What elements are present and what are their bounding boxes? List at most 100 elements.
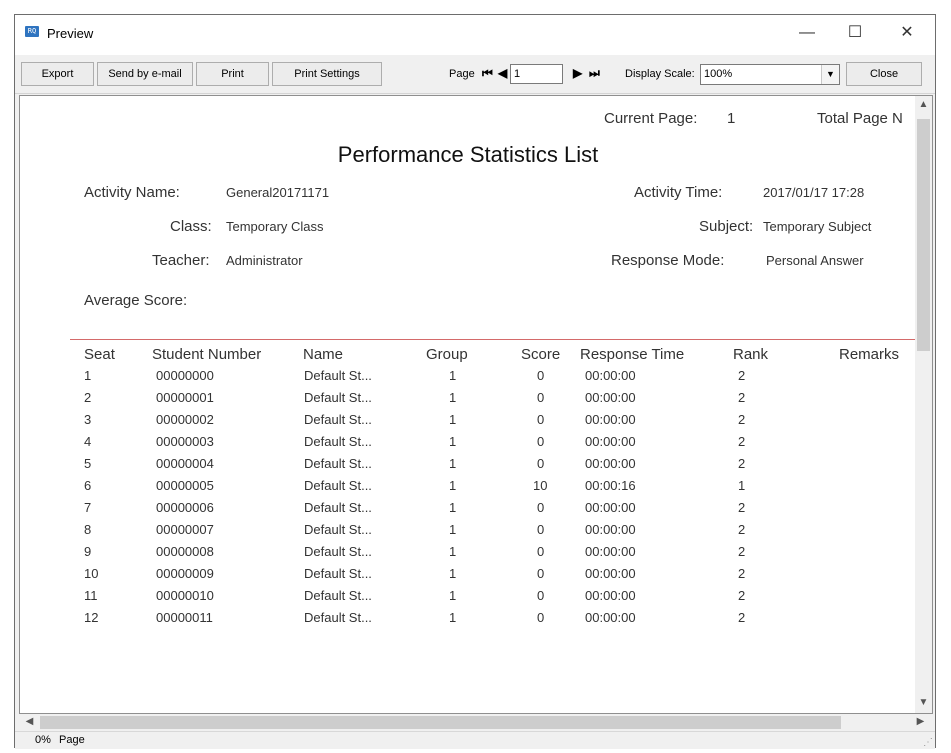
table-row: 9 00000008 Default St... 1 0 00:00:00 2 <box>20 541 916 563</box>
cell-rank: 2 <box>738 588 746 603</box>
cell-name: Default St... <box>304 390 372 405</box>
cell-seat: 11 <box>84 588 98 603</box>
close-button[interactable]: Close <box>846 62 922 86</box>
cell-student-number: 00000001 <box>156 390 214 405</box>
cell-response-time: 00:00:00 <box>585 588 636 603</box>
status-bar: 0% Page ⋰ <box>15 731 935 749</box>
table-row: 6 00000005 Default St... 1 10 00:00:16 1 <box>20 475 916 497</box>
display-scale-label: Display Scale: <box>625 68 695 80</box>
subject-label: Subject: <box>699 218 754 235</box>
cell-name: Default St... <box>304 368 372 383</box>
cell-seat: 3 <box>84 412 92 427</box>
cell-student-number: 00000004 <box>156 456 214 471</box>
cell-score: 0 <box>537 610 545 625</box>
cell-seat: 9 <box>84 544 92 559</box>
vertical-scroll-thumb[interactable] <box>917 119 930 351</box>
cell-response-time: 00:00:16 <box>585 478 636 493</box>
report-title: Performance Statistics List <box>337 142 599 167</box>
scroll-right-icon[interactable]: ▶ <box>912 716 929 727</box>
table-row: 1 00000000 Default St... 1 0 00:00:00 2 <box>20 365 916 387</box>
status-progress: 0% <box>35 734 51 746</box>
cell-rank: 2 <box>738 610 746 625</box>
cell-group: 1 <box>449 390 457 405</box>
cell-seat: 2 <box>84 390 92 405</box>
table-row: 10 00000009 Default St... 1 0 00:00:00 2 <box>20 563 916 585</box>
report-viewport[interactable]: Current Page: 1 Total Page N Performance… <box>19 95 933 714</box>
cell-seat: 7 <box>84 500 92 515</box>
cell-seat: 10 <box>84 566 99 581</box>
cell-student-number: 00000008 <box>156 544 214 559</box>
cell-group: 1 <box>449 478 457 493</box>
cell-student-number: 00000005 <box>156 478 214 493</box>
cell-group: 1 <box>449 456 457 471</box>
cell-name: Default St... <box>304 412 372 427</box>
cell-group: 1 <box>449 412 457 427</box>
vertical-scrollbar[interactable]: ▲ ▼ <box>915 96 932 713</box>
cell-score: 0 <box>537 434 545 449</box>
display-scale-value: 100% <box>704 68 733 80</box>
cell-name: Default St... <box>304 544 372 559</box>
cell-rank: 2 <box>738 390 746 405</box>
cell-student-number: 00000006 <box>156 500 214 515</box>
cell-score: 0 <box>537 544 545 559</box>
cell-rank: 2 <box>738 456 746 471</box>
cell-student-number: 00000011 <box>156 610 213 625</box>
print-settings-button[interactable]: Print Settings <box>272 62 382 86</box>
first-page-icon[interactable]: ⏮ <box>482 65 493 81</box>
average-score-label: Average Score: <box>84 292 188 309</box>
title-bar[interactable]: RQ Preview — ☐ ✕ <box>15 15 935 55</box>
preview-app-icon: RQ <box>25 26 39 37</box>
export-button[interactable]: Export <box>21 62 94 86</box>
response-mode-label: Response Mode: <box>611 252 725 269</box>
column-header-seat: Seat <box>84 346 115 363</box>
cell-name: Default St... <box>304 588 372 603</box>
cell-group: 1 <box>449 368 457 383</box>
column-header-name: Name <box>303 346 344 363</box>
close-window-button[interactable]: ✕ <box>889 21 925 45</box>
next-page-icon[interactable]: ▶ <box>573 65 582 81</box>
table-row: 2 00000001 Default St... 1 0 00:00:00 2 <box>20 387 916 409</box>
cell-seat: 8 <box>84 522 92 537</box>
total-page-label: Total Page N <box>817 110 903 127</box>
teacher-value: Administrator <box>226 253 303 268</box>
cell-group: 1 <box>449 522 457 537</box>
print-button[interactable]: Print <box>196 62 269 86</box>
page-number-input[interactable] <box>510 64 563 84</box>
cell-rank: 2 <box>738 434 746 449</box>
cell-group: 1 <box>449 610 457 625</box>
horizontal-scroll-thumb[interactable] <box>40 716 841 729</box>
subject-value: Temporary Subject <box>763 219 872 234</box>
cell-student-number: 00000000 <box>156 368 214 383</box>
cell-student-number: 00000003 <box>156 434 214 449</box>
cell-score: 10 <box>533 478 548 493</box>
cell-response-time: 00:00:00 <box>585 544 636 559</box>
cell-score: 0 <box>537 522 545 537</box>
cell-student-number: 00000007 <box>156 522 214 537</box>
cell-response-time: 00:00:00 <box>585 566 636 581</box>
cell-name: Default St... <box>304 456 372 471</box>
table-row: 11 00000010 Default St... 1 0 00:00:00 2 <box>20 585 916 607</box>
horizontal-scrollbar[interactable]: ◀ ▶ <box>19 714 933 731</box>
column-header-group: Group <box>426 346 468 363</box>
scroll-down-icon[interactable]: ▼ <box>915 697 932 708</box>
minimize-button[interactable]: — <box>789 21 825 45</box>
scroll-up-icon[interactable]: ▲ <box>915 99 932 110</box>
class-label: Class: <box>170 218 212 235</box>
cell-rank: 2 <box>738 412 746 427</box>
previous-page-icon[interactable]: ◀ <box>498 65 507 81</box>
table-row: 3 00000002 Default St... 1 0 00:00:00 2 <box>20 409 916 431</box>
cell-response-time: 00:00:00 <box>585 522 636 537</box>
send-email-button[interactable]: Send by e-mail <box>97 62 193 86</box>
last-page-icon[interactable]: ⏭ <box>589 65 600 81</box>
table-row: 12 00000011 Default St... 1 0 00:00:00 2 <box>20 607 916 629</box>
table-row: 8 00000007 Default St... 1 0 00:00:00 2 <box>20 519 916 541</box>
scroll-left-icon[interactable]: ◀ <box>21 716 38 727</box>
display-scale-select[interactable]: 100% ▼ <box>700 64 840 85</box>
activity-name-label: Activity Name: <box>84 184 180 201</box>
maximize-button[interactable]: ☐ <box>837 21 873 45</box>
activity-name-value: General20171171 <box>226 185 330 200</box>
resize-grip-icon[interactable]: ⋰ <box>923 737 933 748</box>
cell-name: Default St... <box>304 566 372 581</box>
status-page: Page <box>59 734 85 746</box>
chevron-down-icon[interactable]: ▼ <box>821 65 839 84</box>
